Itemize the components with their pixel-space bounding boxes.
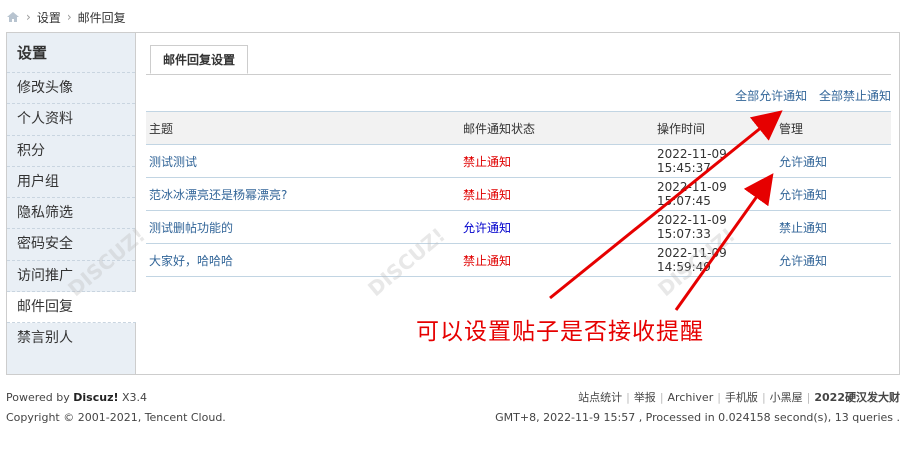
powered-by: Powered by Discuz! X3.4 [6,391,148,404]
copyright: Copyright © 2001-2021, Tencent Cloud. [6,411,226,424]
footer-link-blackroom[interactable]: 小黑屋 [770,391,803,404]
footer-link-stats[interactable]: 站点统计 [578,391,622,404]
footer-site-name[interactable]: 2022硬汉发大财 [814,391,900,404]
discuz-brand-link[interactable]: Discuz! [73,391,118,404]
footer-links: 站点统计 | 举报 | Archiver | 手机版 | 小黑屋 | 2022硬汉发大财 [578,391,900,404]
footer-right: 站点统计 | 举报 | Archiver | 手机版 | 小黑屋 | 2022硬汉发大财 GMT+8… [495,388,900,428]
arrow-to-manage [674,173,774,311]
arrow-to-allow-all [549,110,783,300]
footer-left: Powered by Discuz! X3.4 Copyright © 2001… [6,388,226,428]
footer-link-archiver[interactable]: Archiver [668,391,714,404]
footer-link-report[interactable]: 举报 [634,391,656,404]
footer-link-mobile[interactable]: 手机版 [725,391,758,404]
annotation-text: 可以设置贴子是否接收提醒 [416,319,704,345]
footer-stats: GMT+8, 2022-11-9 15:57 , Processed in 0.… [495,411,900,424]
